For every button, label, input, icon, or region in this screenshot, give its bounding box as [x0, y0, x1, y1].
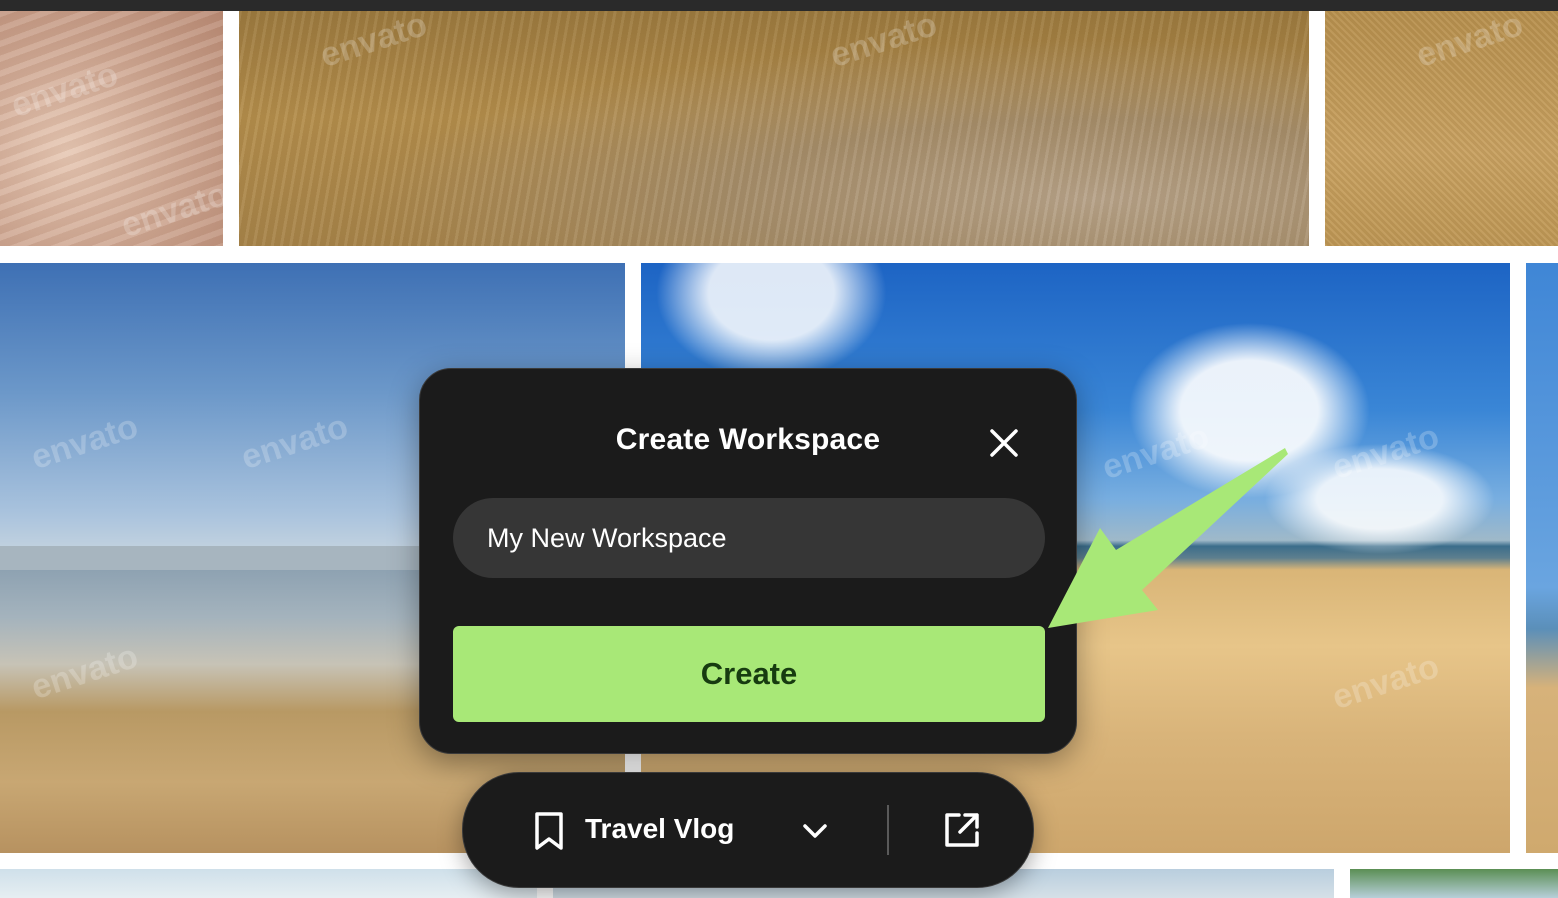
watermark: envato — [1327, 417, 1444, 488]
workspace-bar: Travel Vlog — [462, 772, 1034, 888]
thumbnail-desert-dune[interactable]: envato envato — [0, 11, 223, 246]
watermark: envato — [1411, 11, 1528, 76]
open-external-icon[interactable] — [941, 809, 983, 851]
thumbnail-row3-a[interactable] — [0, 869, 537, 898]
watermark: envato — [116, 175, 223, 246]
watermark: envato — [1097, 417, 1214, 488]
workspace-name-input[interactable] — [453, 498, 1045, 578]
watermark: envato — [1327, 647, 1444, 718]
thumbnail-wet-sand[interactable]: envato envato — [239, 11, 1309, 246]
close-button[interactable] — [984, 423, 1024, 463]
close-icon — [990, 429, 1018, 457]
chevron-down-icon[interactable] — [797, 813, 833, 849]
create-button[interactable]: Create — [453, 626, 1045, 722]
watermark: envato — [26, 407, 143, 478]
modal-title: Create Workspace — [615, 423, 881, 456]
bookmark-icon — [535, 812, 563, 850]
watermark: envato — [236, 407, 353, 478]
workspace-name[interactable]: Travel Vlog — [585, 813, 734, 845]
watermark: envato — [825, 11, 942, 76]
divider — [887, 805, 889, 855]
watermark: envato — [315, 11, 432, 76]
watermark: envato — [26, 637, 143, 708]
thumbnail-partial[interactable] — [1526, 263, 1558, 853]
top-bar — [0, 0, 1558, 11]
thumbnail-sand-closeup[interactable]: envato — [1325, 11, 1558, 246]
watermark: envato — [6, 55, 123, 126]
create-workspace-modal: Create Workspace Create — [419, 368, 1077, 754]
thumbnail-row3-c[interactable] — [1350, 869, 1558, 898]
